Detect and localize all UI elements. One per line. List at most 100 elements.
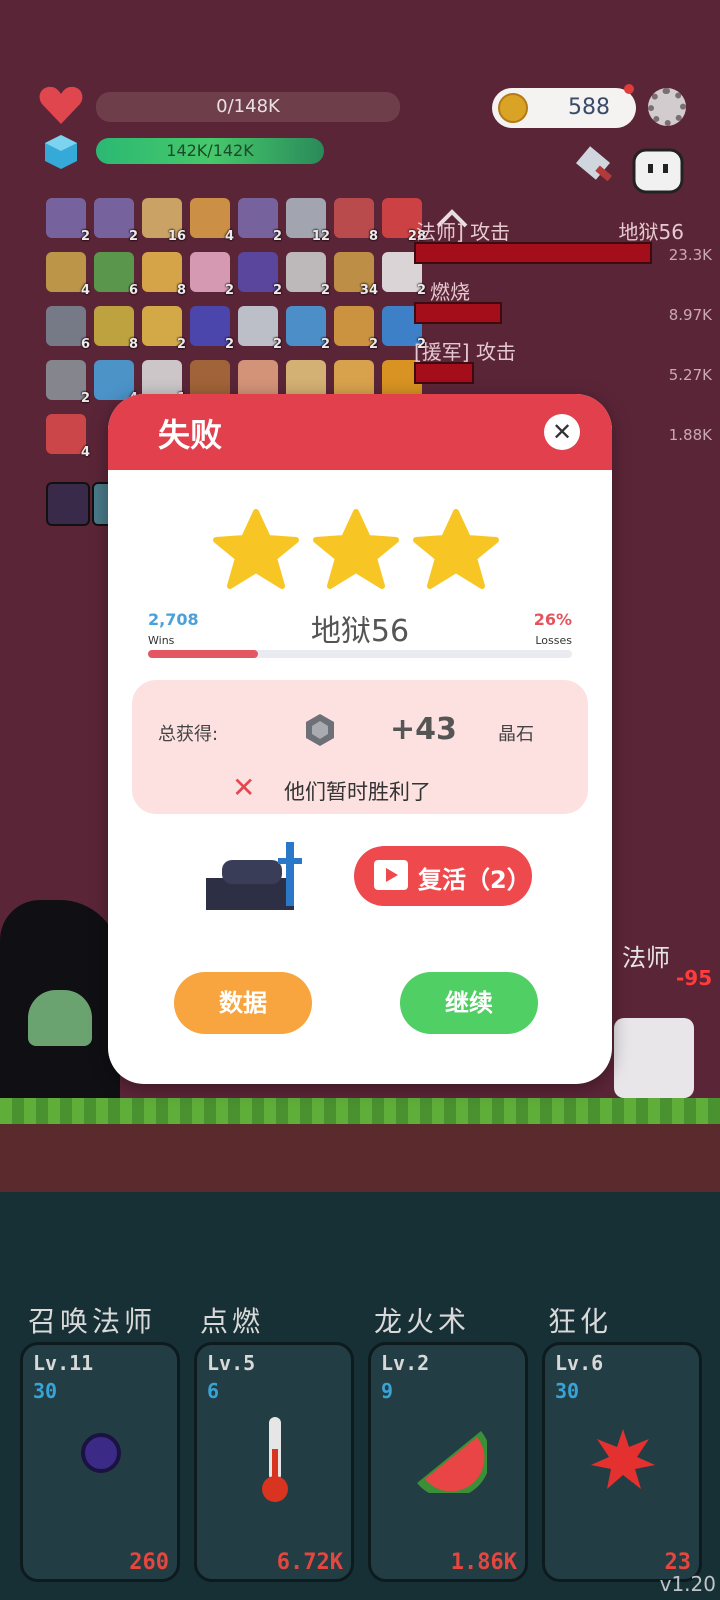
envelope-icon[interactable]: 2 xyxy=(238,306,282,352)
coin-counter[interactable]: 588 xyxy=(492,88,636,128)
skill-level: Lv.6 xyxy=(555,1351,604,1375)
item-count: 6 xyxy=(80,337,90,352)
ring-icon[interactable]: 2 xyxy=(142,306,186,352)
chest-icon[interactable]: 2 xyxy=(238,252,282,298)
egg-icon[interactable]: 8 xyxy=(94,306,138,352)
item-count: 2 xyxy=(224,337,234,352)
log-value-1: 23.3K xyxy=(668,246,712,264)
dark-orb-icon xyxy=(81,1433,121,1473)
potion-icon[interactable]: 6 xyxy=(94,252,138,298)
scroll-icon[interactable]: 2 xyxy=(94,198,138,244)
skill-card-summon[interactable]: Lv.11 30 260 xyxy=(20,1342,180,1582)
close-button[interactable]: ✕ xyxy=(544,414,580,450)
item-count: 2 xyxy=(368,337,378,352)
progress-fill xyxy=(148,650,259,658)
boss-portrait-icon[interactable] xyxy=(46,482,90,526)
skill-value: 6 xyxy=(207,1379,220,1403)
revive-button[interactable]: 复活（2） xyxy=(354,846,532,906)
item-count: 2 xyxy=(320,337,330,352)
notification-dot xyxy=(624,84,634,94)
watermelon-icon[interactable]: 4 xyxy=(46,414,90,460)
skill-level: Lv.5 xyxy=(207,1351,256,1375)
item-count: 6 xyxy=(128,283,138,298)
result-message: 他们暂时胜利了 xyxy=(284,780,431,804)
dialog-header: 失败 ✕ xyxy=(108,394,612,470)
crystal-icon xyxy=(44,134,78,170)
grass-ground xyxy=(0,1098,720,1124)
item-count: 2 xyxy=(176,337,186,352)
item-count: 2 xyxy=(128,229,138,244)
thermometer-icon[interactable]: 8 xyxy=(334,198,378,244)
cleaver-icon[interactable] xyxy=(572,146,618,192)
book-icon[interactable]: 34 xyxy=(334,252,378,298)
green-bush xyxy=(28,990,92,1046)
bow-icon[interactable]: 4 xyxy=(46,252,90,298)
wizard-hat-icon[interactable]: 2 xyxy=(190,306,234,352)
item-count: 2 xyxy=(272,337,282,352)
skill-value: 30 xyxy=(555,1379,580,1403)
star-icon xyxy=(412,508,500,592)
heart-icon xyxy=(38,84,84,126)
item-count: 4 xyxy=(80,283,90,298)
data-button[interactable]: 数据 xyxy=(174,972,312,1034)
chat-icon[interactable]: 2 xyxy=(286,306,330,352)
fallen-hero-icon xyxy=(202,838,318,914)
skill-title-1: 召唤法师 xyxy=(28,1305,157,1338)
log-bar-2 xyxy=(414,302,502,324)
enemy-sprite xyxy=(614,1018,694,1098)
mp-text: 142K/142K xyxy=(166,141,254,160)
skill-cost: 1.86K xyxy=(450,1550,517,1575)
item-count: 2 xyxy=(80,391,90,406)
item-count: 8 xyxy=(368,229,378,244)
reward-label: 总获得: xyxy=(158,724,219,745)
compass-icon[interactable]: 2 xyxy=(46,360,90,406)
item-count: 16 xyxy=(167,229,186,244)
dagger-icon[interactable]: 6 xyxy=(46,306,90,352)
video-icon xyxy=(374,860,408,890)
skill-value: 9 xyxy=(381,1379,394,1403)
book-icon[interactable]: 4 xyxy=(190,198,234,244)
log-value-4: 1.88K xyxy=(668,426,712,444)
briefcase-icon[interactable]: 2 xyxy=(334,306,378,352)
skill-title-2: 点燃 xyxy=(200,1305,265,1338)
skill-title-3: 龙火术 xyxy=(374,1305,471,1338)
gear-icon[interactable] xyxy=(648,88,686,126)
damage-text: -95 xyxy=(676,966,713,990)
beer-icon[interactable]: 8 xyxy=(142,252,186,298)
item-count: 4 xyxy=(224,229,234,244)
version-label: v1.20 xyxy=(659,1572,716,1596)
continue-button[interactable]: 继续 xyxy=(400,972,538,1034)
item-count: 2 xyxy=(320,283,330,298)
flower-icon[interactable]: 2 xyxy=(286,252,330,298)
item-count: 2 xyxy=(80,229,90,244)
item-count: 2 xyxy=(416,283,426,298)
hp-bar: 0/148K xyxy=(96,92,400,122)
skill-card-ignite[interactable]: Lv.5 6 6.72K xyxy=(194,1342,354,1582)
scroll-icon[interactable]: 2 xyxy=(46,198,90,244)
skill-level: Lv.2 xyxy=(381,1351,430,1375)
scroll-icon[interactable]: 2 xyxy=(238,198,282,244)
cross-icon: ✕ xyxy=(232,771,256,804)
mp-bar: 142K/142K xyxy=(96,138,324,164)
win-loss-progress xyxy=(148,650,572,658)
map-icon[interactable]: 16 xyxy=(142,198,186,244)
skill-card-dragonfire[interactable]: Lv.2 9 1.86K xyxy=(368,1342,528,1582)
skill-card-berserk[interactable]: Lv.6 30 23 xyxy=(542,1342,702,1582)
item-count: 8 xyxy=(176,283,186,298)
reward-value: +43 xyxy=(390,712,457,747)
log-label-1: 法师] 攻击 xyxy=(416,220,511,244)
enemy-label: 法师 xyxy=(622,944,670,972)
star-icon xyxy=(212,508,300,592)
coin-value: 588 xyxy=(568,95,610,120)
sword-icon[interactable]: 12 xyxy=(286,198,330,244)
star-icon xyxy=(312,508,400,592)
hp-text: 0/148K xyxy=(216,96,280,117)
ice-cream-icon[interactable]: 2 xyxy=(190,252,234,298)
item-count: 8 xyxy=(128,337,138,352)
item-count: 2 xyxy=(272,229,282,244)
thermometer-icon xyxy=(257,1415,293,1505)
log-label-2: 燃烧 xyxy=(430,280,470,304)
ghost-icon[interactable] xyxy=(632,146,684,194)
log-value-2: 8.97K xyxy=(668,306,712,324)
item-count: 34 xyxy=(359,283,378,298)
